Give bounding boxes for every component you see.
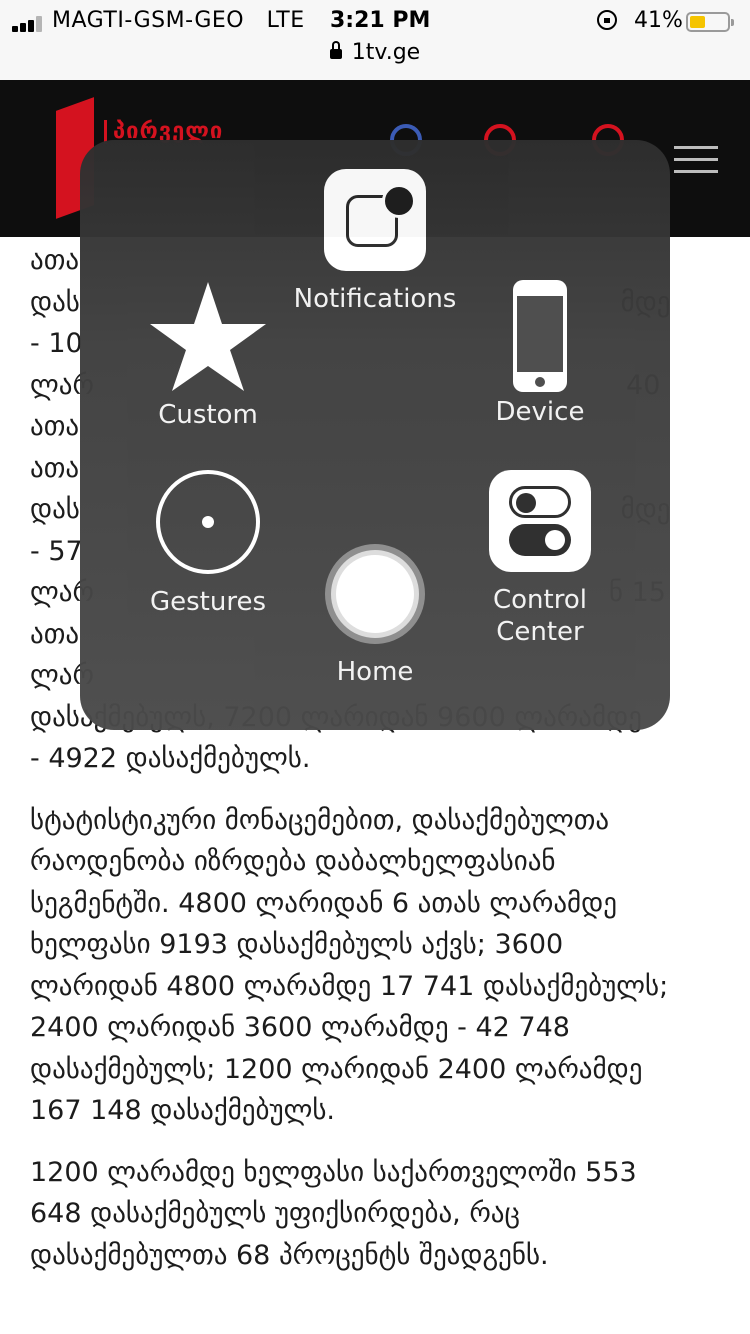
article-line: 167 148 დასაქმებულს. <box>30 1095 336 1126</box>
article-line: ხელფასი 9193 დასაქმებულს აქვს; 3600 <box>30 929 564 960</box>
paragraph-3: 1200 ლარამდე ხელფასი საქართველოში 553 648… <box>30 1152 725 1277</box>
custom-label: Custom <box>158 400 258 430</box>
status-bar: MAGTI-GSM-GEO LTE 3:21 PM 41% 1tv.ge <box>0 0 750 80</box>
article-line: დასაქმებულთა 68 პროცენტს შეადგენს. <box>30 1239 549 1271</box>
paragraph-2: სტატისტიკური მონაცემებით, დასაქმებულთა რა… <box>30 800 725 1132</box>
article-line: სეგმენტში. 4800 ლარიდან 6 ათას ლარამდე <box>30 887 617 919</box>
carrier-name: MAGTI-GSM-GEO LTE <box>52 8 305 33</box>
battery-percentage: 41% <box>634 8 683 33</box>
battery-fill <box>690 16 705 28</box>
signal-strength-icon <box>12 16 46 32</box>
padlock-icon <box>329 41 342 59</box>
address-bar[interactable]: 1tv.ge <box>0 40 750 65</box>
device-label: Device <box>495 397 585 427</box>
article-line: - 4922 დასაქმებულს. <box>30 743 311 774</box>
article-line: 1200 ლარამდე ხელფასი საქართველოში 553 <box>30 1156 637 1188</box>
hamburger-icon[interactable] <box>674 146 718 176</box>
notifications-button[interactable]: Notifications <box>275 169 475 315</box>
article-line: 648 დასაქმებულს უფიქსირდება, რაც <box>30 1198 520 1229</box>
article-line: 2400 ლარიდან 3600 ლარამდე - 42 748 <box>30 1012 570 1043</box>
article-line: სტატისტიკური მონაცემებით, დასაქმებულთა <box>30 804 610 836</box>
battery-icon <box>686 12 734 32</box>
clock: 3:21 PM <box>330 8 431 33</box>
notifications-icon <box>324 169 426 271</box>
gestures-button[interactable]: Gestures <box>128 470 288 618</box>
control-center-button[interactable]: Control Center <box>460 470 620 648</box>
orientation-lock-icon <box>597 10 617 30</box>
article-line: ლარიდან 4800 ლარამდე 17 741 დასაქმებულს; <box>30 970 669 1002</box>
url-text: 1tv.ge <box>351 40 421 65</box>
iphone-icon <box>513 280 567 392</box>
network-type: LTE <box>266 8 305 33</box>
device-button[interactable]: Device <box>460 280 620 428</box>
article-line: რაოდენობა იზრდება დაბალხელფასიან <box>30 846 556 877</box>
gestures-label: Gestures <box>149 587 267 617</box>
home-circle-icon <box>325 544 425 644</box>
article-line: დასაქმებულს; 1200 ლარიდან 2400 ლარამდე <box>30 1053 643 1085</box>
star-icon <box>150 282 266 391</box>
home-button[interactable]: Home <box>295 544 455 688</box>
toggles-icon <box>489 470 591 572</box>
control-center-label-line1: Control <box>493 585 587 615</box>
gesture-circle-icon <box>156 470 260 574</box>
custom-button[interactable]: Custom <box>128 280 288 431</box>
home-label: Home <box>336 657 414 687</box>
control-center-label-line2: Center <box>496 617 584 647</box>
assistive-touch-menu: Notifications Custom Device Gestures Con… <box>80 140 670 730</box>
notifications-label: Notifications <box>293 284 457 314</box>
